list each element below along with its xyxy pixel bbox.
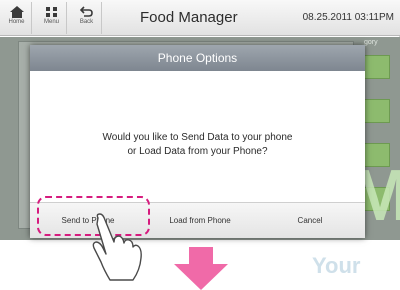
dialog-message-line1: Would you like to Send Data to your phon… — [102, 132, 293, 143]
dialog-message-line2: or Load Data from your Phone? — [127, 146, 268, 157]
menu-grid-icon — [45, 7, 57, 17]
load-from-phone-label: Load from Phone — [169, 216, 231, 225]
dialog-header: Phone Options — [30, 45, 365, 71]
back-button[interactable]: Back — [72, 2, 102, 34]
home-label: Home — [8, 19, 25, 25]
pointing-hand-icon — [92, 213, 142, 281]
home-icon — [9, 6, 24, 18]
load-from-phone-button[interactable]: Load from Phone — [148, 203, 252, 239]
back-arrow-icon — [79, 6, 93, 17]
dialog-message: Would you like to Send Data to your phon… — [50, 131, 345, 159]
background-category-label: gory — [364, 39, 378, 46]
watermark-subtext: Your — [312, 253, 361, 278]
cancel-label: Cancel — [297, 216, 323, 225]
background-tile — [364, 99, 390, 123]
background-tile — [364, 55, 390, 79]
cancel-button[interactable]: Cancel — [258, 203, 362, 239]
top-bar: Home Menu Back Food Manager 08.25.2011 0… — [0, 0, 400, 36]
back-label: Back — [79, 19, 94, 25]
home-button[interactable]: Home — [2, 2, 32, 34]
dialog-title: Phone Options — [157, 51, 238, 65]
menu-button[interactable]: Menu — [37, 2, 67, 34]
dialog-body: Would you like to Send Data to your phon… — [30, 71, 365, 201]
datetime-display: 08.25.2011 03:11PM — [302, 12, 394, 23]
app-title: Food Manager — [140, 9, 238, 26]
menu-label: Menu — [43, 19, 59, 25]
down-arrow-icon — [174, 247, 228, 290]
